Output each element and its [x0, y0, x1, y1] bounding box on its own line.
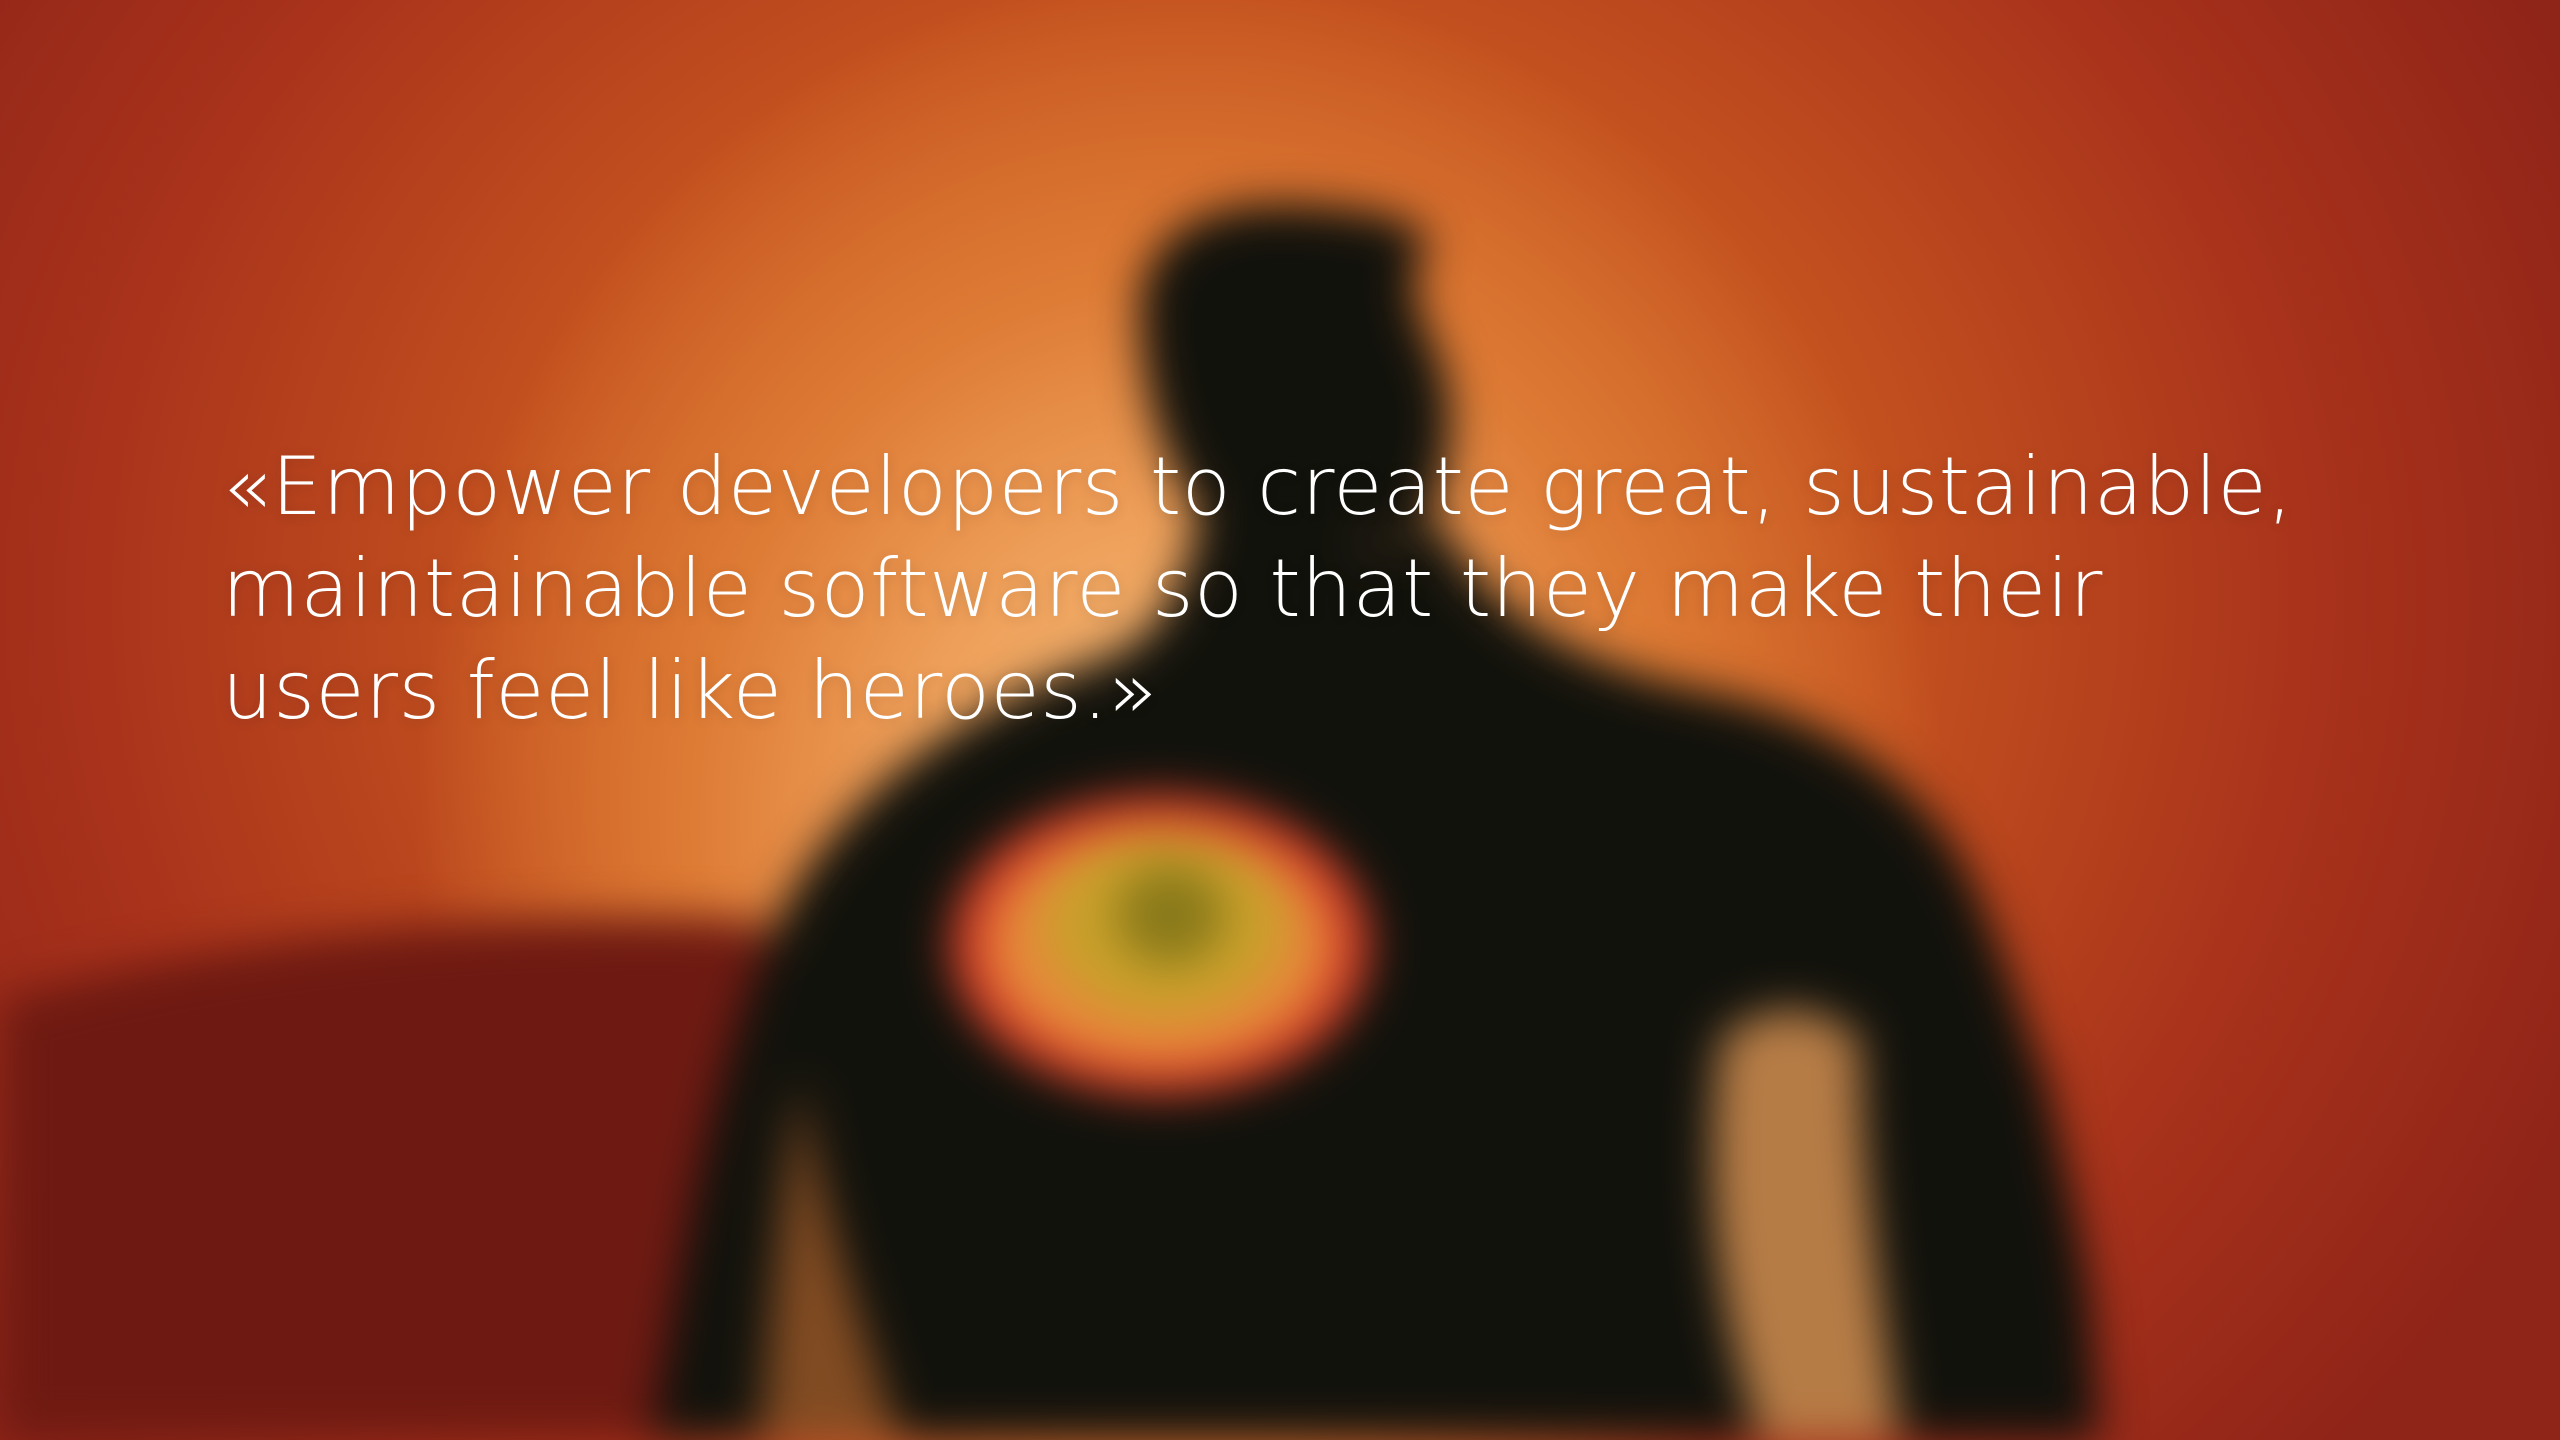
quote-slide: «Empower developers to create great, sus… [0, 0, 2560, 1440]
quote-text: «Empower developers to create great, sus… [222, 436, 2422, 742]
quote-line: users feel like heroes.» [222, 644, 1158, 737]
quote-line: maintainable software so that they make … [222, 542, 2103, 635]
quote-line: «Empower developers to create great, sus… [222, 440, 2294, 533]
emblem-core [1115, 865, 1225, 965]
